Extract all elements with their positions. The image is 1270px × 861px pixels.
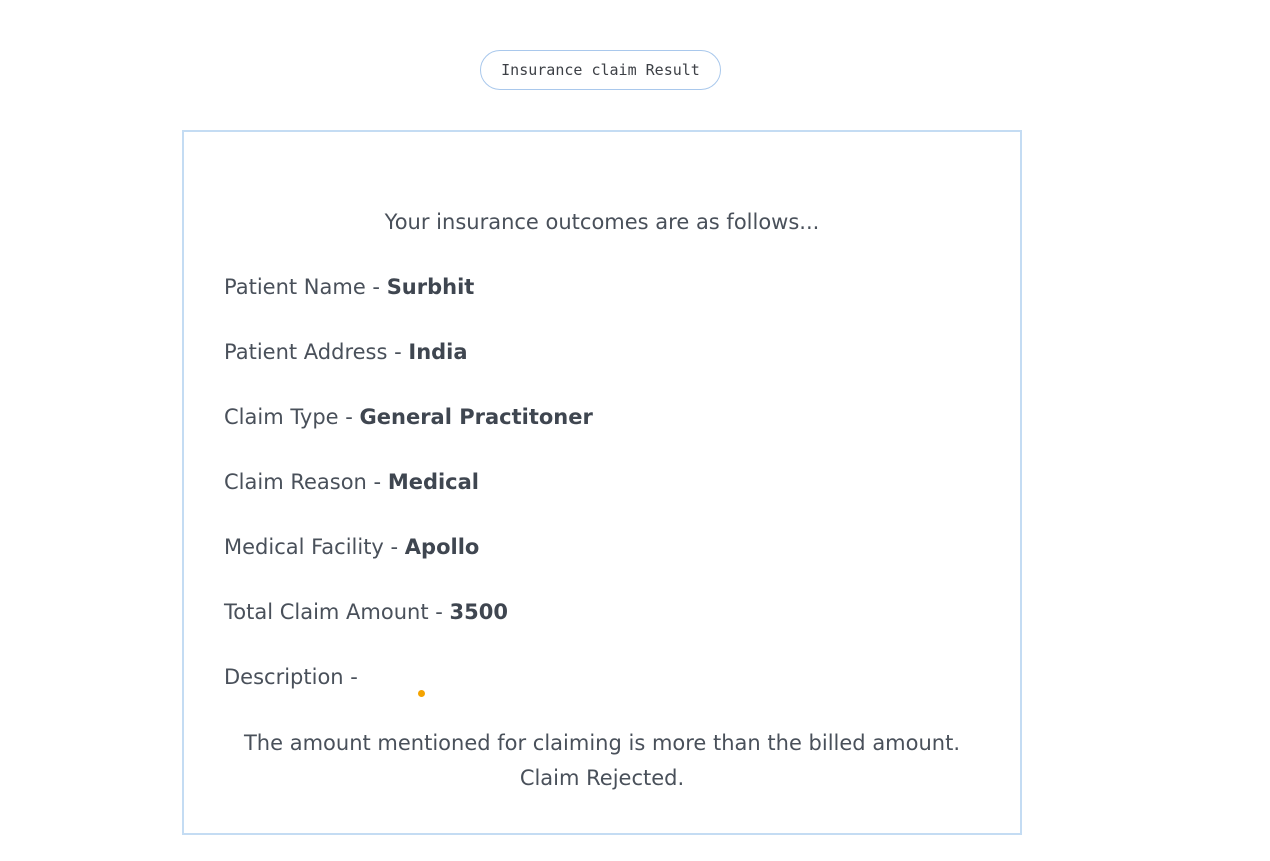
field-separator: -	[338, 405, 360, 429]
field-label: Claim Reason	[224, 470, 367, 494]
field-separator: -	[365, 275, 387, 299]
field-label: Patient Address	[224, 340, 388, 364]
cursor-dot-icon	[418, 690, 425, 697]
patient-name-field: Patient Name - Surbhit	[224, 271, 474, 303]
field-label: Medical Facility	[224, 535, 384, 559]
total-claim-amount-value: 3500	[449, 600, 508, 624]
result-card: Your insurance outcomes are as follows..…	[182, 130, 1022, 835]
field-separator: -	[387, 340, 409, 364]
field-label: Total Claim Amount	[224, 600, 429, 624]
intro-text: Your insurance outcomes are as follows..…	[384, 210, 820, 234]
claim-type-field: Claim Type - General Practitoner	[224, 401, 593, 433]
field-separator: -	[383, 535, 405, 559]
claim-reason-field: Claim Reason - Medical	[224, 466, 479, 498]
field-label: Claim Type	[224, 405, 339, 429]
field-separator: -	[428, 600, 450, 624]
claim-reason-value: Medical	[387, 470, 480, 494]
field-separator: -	[366, 470, 388, 494]
total-claim-amount-field: Total Claim Amount - 3500	[224, 596, 508, 628]
field-label: Patient Name	[224, 275, 366, 299]
medical-facility-value: Apollo	[404, 535, 480, 559]
description-label: Description -	[224, 665, 358, 689]
patient-address-value: India	[408, 340, 468, 364]
patient-address-field: Patient Address - India	[224, 336, 468, 368]
claim-type-value: General Practitoner	[359, 405, 593, 429]
page-title: Insurance claim Result	[480, 50, 721, 90]
patient-name-value: Surbhit	[386, 275, 475, 299]
description-text: The amount mentioned for claiming is mor…	[243, 731, 961, 790]
medical-facility-field: Medical Facility - Apollo	[224, 531, 479, 563]
